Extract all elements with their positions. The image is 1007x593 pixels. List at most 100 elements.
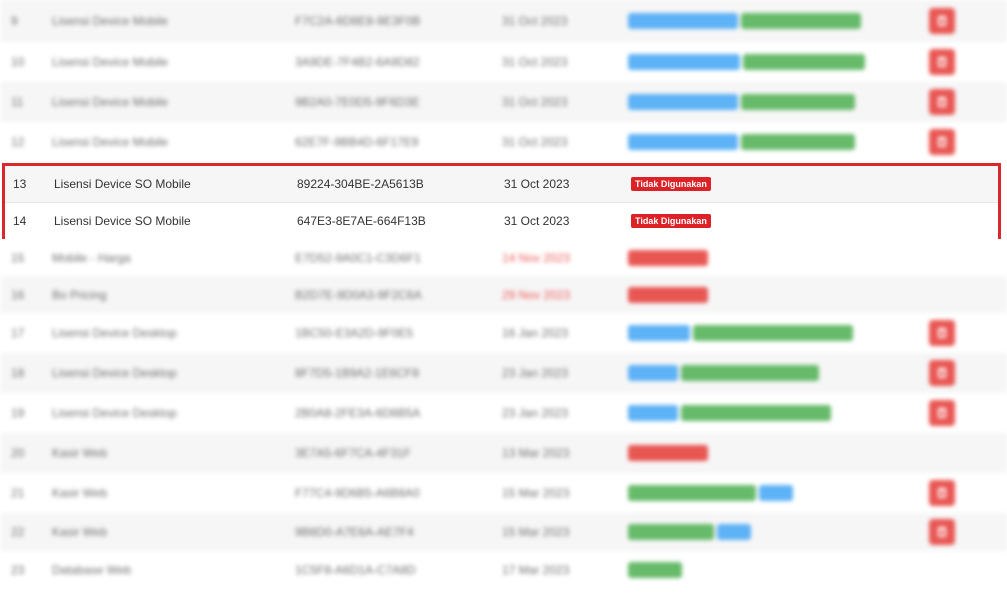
row-number: 22 <box>11 525 25 539</box>
row-number: 16 <box>11 287 25 302</box>
license-date: 15 Mar 2023 <box>502 486 570 500</box>
license-key: E7D52-9A0C1-C3D6F1 <box>295 250 422 265</box>
license-name: Lisensi Device Mobile <box>52 14 169 28</box>
table-row: 16 Bo Pricing B2D7E-9D0A3-9F2C6A 29 Nov … <box>0 276 1007 313</box>
trash-icon <box>929 519 955 545</box>
delete-button[interactable] <box>929 129 955 155</box>
license-name: Lisensi Device Mobile <box>52 55 169 69</box>
license-date: 23 Jan 2023 <box>502 366 569 380</box>
table-row: 18 Lisensi Device Desktop 8F7D5-1B9A2-1E… <box>0 353 1007 393</box>
row-number: 20 <box>11 446 25 460</box>
license-name: Bo Pricing <box>52 287 107 302</box>
row-number: 21 <box>11 486 25 500</box>
row-number: 19 <box>11 406 25 420</box>
license-name: Lisensi Device Desktop <box>52 366 177 380</box>
status-badges <box>628 445 708 461</box>
highlight-box: 13 Lisensi Device SO Mobile 89224-304BE-… <box>2 163 1001 239</box>
license-date: 31 Oct 2023 <box>502 14 568 28</box>
license-name: Kasir Web <box>52 486 108 500</box>
unused-badge: Tidak Digunakan <box>631 214 711 228</box>
license-key: 9B8D0-A7E6A-AE7F4 <box>295 525 414 539</box>
status-badge: Tidak Digunakan <box>631 177 711 191</box>
delete-button[interactable] <box>929 89 955 115</box>
table-row: 12 Lisensi Device Mobile 62E7F-9BB4D-6F1… <box>0 122 1007 162</box>
license-date: 29 Nov 2023 <box>502 287 571 302</box>
trash-icon <box>929 49 955 75</box>
table-row: 17 Lisensi Device Desktop 1BC50-E3A2D-9F… <box>0 313 1007 353</box>
row-number: 11 <box>11 95 24 109</box>
status-badges <box>628 286 708 303</box>
table-row: 23 Database Web 1C5F8-A6D1A-C7A8D 17 Mar… <box>0 551 1007 589</box>
status-badges <box>628 54 865 70</box>
row-number: 10 <box>11 55 25 69</box>
license-name: Lisensi Device Desktop <box>52 406 177 420</box>
license-name: Kasir Web <box>52 525 108 539</box>
license-name: Lisensi Device SO Mobile <box>54 177 191 191</box>
table-row: 21 Kasir Web F77C4-9D6B5-A6B8A0 15 Mar 2… <box>0 473 1007 513</box>
trash-icon <box>929 89 955 115</box>
license-key: F77C4-9D6B5-A6B8A0 <box>295 486 420 500</box>
license-key: 62E7F-9BB4D-6F17E9 <box>295 135 419 149</box>
license-name: Lisensi Device Mobile <box>52 95 169 109</box>
license-key: 2B0A8-2FE3A-6D8B5A <box>295 406 421 420</box>
row-number: 9 <box>11 14 18 28</box>
license-name: Lisensi Device Desktop <box>52 326 177 340</box>
license-key: 3A9DE-7F4B2-6A9D82 <box>295 55 420 69</box>
license-date: 15 Mar 2023 <box>502 525 570 539</box>
license-key: 89224-304BE-2A5613B <box>297 177 424 191</box>
table-row: 14 Lisensi Device SO Mobile 647E3-8E7AE-… <box>5 203 998 239</box>
delete-button[interactable] <box>929 360 955 386</box>
row-number: 12 <box>11 135 25 149</box>
status-badges <box>628 325 853 341</box>
status-badges <box>628 365 819 381</box>
delete-button[interactable] <box>929 49 955 75</box>
status-badges <box>628 134 855 150</box>
trash-icon <box>929 360 955 386</box>
license-key: F7C2A-6D8E8-9E3F0B <box>295 14 421 28</box>
unused-badge: Tidak Digunakan <box>631 177 711 191</box>
status-badges <box>628 94 855 110</box>
table-row: 19 Lisensi Device Desktop 2B0A8-2FE3A-6D… <box>0 393 1007 433</box>
license-date: 17 Mar 2023 <box>502 563 570 577</box>
license-key: 9B2A0-7E0D5-9F6D3E <box>295 95 420 109</box>
table-row: 13 Lisensi Device SO Mobile 89224-304BE-… <box>5 166 998 203</box>
delete-button[interactable] <box>929 480 955 506</box>
row-number: 13 <box>13 177 27 191</box>
table-row: 22 Kasir Web 9B8D0-A7E6A-AE7F4 15 Mar 20… <box>0 513 1007 551</box>
table-row: 9 Lisensi Device Mobile F7C2A-6D8E8-9E3F… <box>0 0 1007 42</box>
status-badges <box>628 13 861 29</box>
trash-icon <box>929 8 955 34</box>
license-key: 3E7A5-6F7CA-4F31F <box>295 446 412 460</box>
license-name: Mobile - Harga <box>52 250 131 265</box>
row-number: 17 <box>11 326 25 340</box>
delete-button[interactable] <box>929 320 955 346</box>
row-number: 23 <box>11 563 25 577</box>
status-badge: Tidak Digunakan <box>631 214 711 228</box>
status-badges <box>628 524 751 540</box>
table-row: 15 Mobile - Harga E7D52-9A0C1-C3D6F1 14 … <box>0 239 1007 276</box>
status-badges <box>628 562 682 578</box>
trash-icon <box>929 320 955 346</box>
table-row: 11 Lisensi Device Mobile 9B2A0-7E0D5-9F6… <box>0 82 1007 122</box>
license-date: 31 Oct 2023 <box>504 177 570 191</box>
delete-button[interactable] <box>929 519 955 545</box>
license-key: 1BC50-E3A2D-9F0E5 <box>295 326 414 340</box>
license-date: 31 Oct 2023 <box>502 55 568 69</box>
license-key: 8F7D5-1B9A2-1E6CF8 <box>295 366 420 380</box>
delete-button[interactable] <box>929 8 955 34</box>
row-number: 14 <box>13 214 27 228</box>
trash-icon <box>929 480 955 506</box>
row-number: 18 <box>11 366 25 380</box>
status-badges <box>628 485 793 501</box>
license-date: 31 Oct 2023 <box>504 214 570 228</box>
status-badges <box>628 405 831 421</box>
trash-icon <box>929 400 955 426</box>
license-name: Kasir Web <box>52 446 108 460</box>
license-name: Lisensi Device Mobile <box>52 135 169 149</box>
status-badges <box>628 249 708 266</box>
license-date: 16 Jan 2023 <box>502 326 569 340</box>
table-row: 10 Lisensi Device Mobile 3A9DE-7F4B2-6A9… <box>0 42 1007 82</box>
license-date: 31 Oct 2023 <box>502 135 568 149</box>
delete-button[interactable] <box>929 400 955 426</box>
license-key: B2D7E-9D0A3-9F2C6A <box>295 287 422 302</box>
